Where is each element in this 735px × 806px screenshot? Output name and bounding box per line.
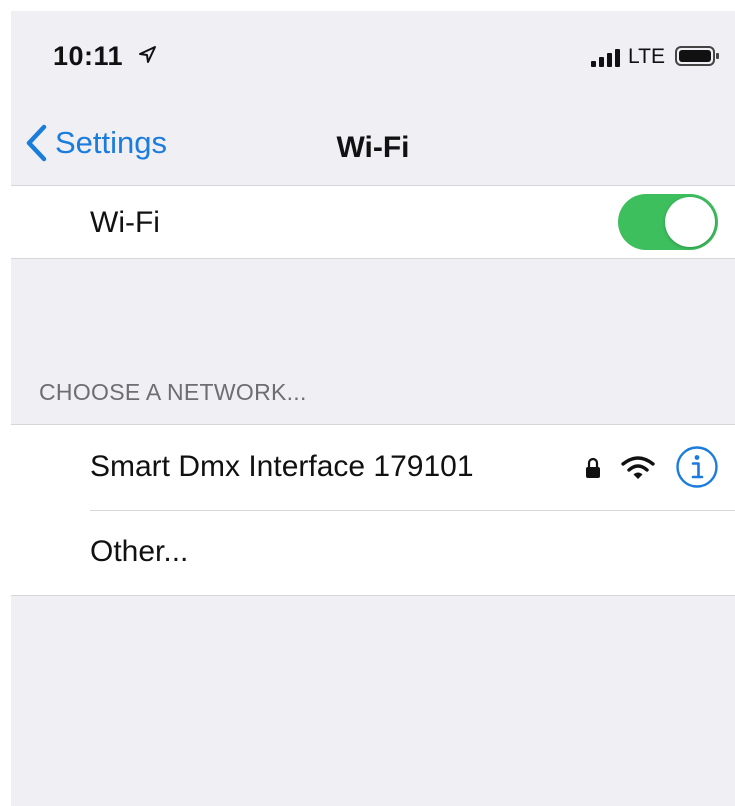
- wifi-strength-icon: [621, 456, 655, 479]
- page-title: Wi-Fi: [336, 131, 410, 164]
- network-row[interactable]: Smart Dmx Interface 179101: [11, 425, 735, 510]
- location-arrow-icon: [139, 46, 156, 63]
- network-type-label: LTE: [628, 45, 665, 68]
- wifi-toggle-switch[interactable]: [618, 194, 718, 250]
- wifi-toggle-label: Wi-Fi: [90, 206, 160, 239]
- info-icon[interactable]: [675, 445, 719, 489]
- navigation-bar: Settings Wi-Fi: [11, 101, 735, 186]
- status-time: 10:11: [53, 41, 124, 71]
- status-bar: 10:11 LTE: [11, 11, 735, 101]
- battery-icon: [675, 46, 719, 66]
- section-header-choose-network: CHOOSE A NETWORK...: [39, 379, 307, 405]
- network-name: Smart Dmx Interface 179101: [90, 450, 474, 483]
- lock-icon: [586, 457, 600, 478]
- network-list: Smart Dmx Interface 179101 Other...: [11, 424, 735, 596]
- toggle-knob: [665, 197, 715, 247]
- cellular-signal-icon: [591, 49, 620, 67]
- other-network-label: Other...: [90, 535, 189, 568]
- wifi-settings-screen: 10:11 LTE Settings Wi-Fi Wi-Fi CHOOSE A …: [11, 11, 735, 806]
- other-network-row[interactable]: Other...: [11, 511, 735, 595]
- wifi-toggle-row: Wi-Fi: [11, 186, 735, 259]
